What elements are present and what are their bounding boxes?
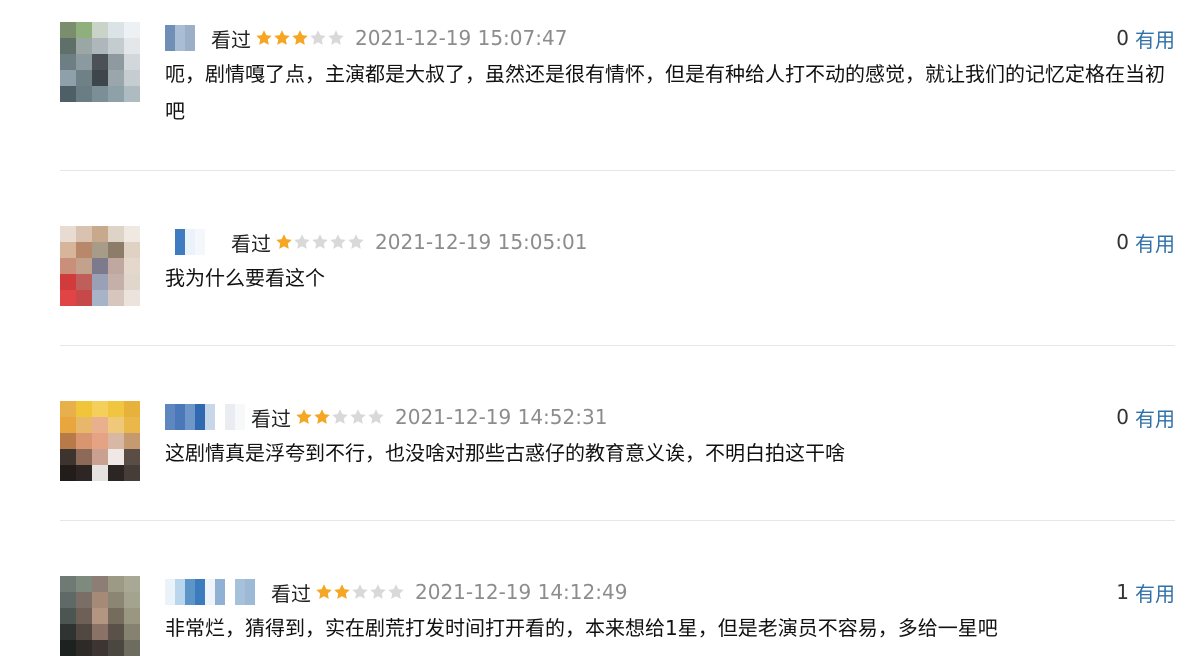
comment-time: 2021-12-19 14:12:49: [415, 580, 628, 604]
comment-body: 看过 2021-12-19 14:12:49 1 有用 非常烂，猜得到，实在剧荒…: [165, 576, 1175, 647]
comment-info: 看过 2021-12-19 15:05:01 0 有用: [165, 226, 1175, 258]
username-pixelated[interactable]: [165, 579, 265, 605]
avatar[interactable]: [60, 226, 140, 306]
avatar-pixelated-image: [60, 226, 140, 306]
avatar-pixelated-image: [60, 576, 140, 656]
useful-button[interactable]: 有用: [1135, 403, 1175, 432]
star-icon: [352, 584, 368, 599]
watched-label: 看过: [231, 231, 271, 256]
divider: [60, 170, 1175, 171]
comment-body: 看过 2021-12-19 15:05:01 0 有用 我为什么要看这个: [165, 226, 1175, 297]
useful-button[interactable]: 有用: [1135, 578, 1175, 607]
star-icon: [314, 409, 330, 424]
watched-label: 看过: [211, 27, 251, 52]
comment-text: 这剧情真是浮夸到不行，也没啥对那些古惑仔的教育意义诶，不明白拍这干啥: [165, 441, 845, 465]
star-icon: [296, 409, 312, 424]
comment-text: 呃，剧情嘎了点，主演都是大叔了，虽然还是很有情怀，但是有种给人打不动的感觉，就让…: [165, 62, 1165, 123]
star-icon: [368, 409, 384, 424]
divider: [60, 345, 1175, 346]
star-icon: [348, 234, 364, 249]
watched-label: 看过: [271, 581, 311, 606]
star-icon: [370, 584, 386, 599]
star-icon: [330, 234, 346, 249]
star-icon: [316, 584, 332, 599]
rating-stars: [315, 583, 405, 601]
rating-stars: [255, 29, 345, 47]
star-icon: [256, 30, 272, 45]
star-icon: [328, 30, 344, 45]
comment-info: 看过 2021-12-19 14:52:31 0 有用: [165, 401, 1175, 433]
rating-stars: [295, 408, 385, 426]
star-icon: [310, 30, 326, 45]
star-icon: [388, 584, 404, 599]
comment-text: 非常烂，猜得到，实在剧荒打发时间打开看的，本来想给1星，但是老演员不容易，多给一…: [165, 616, 998, 640]
useful-vote: 1 有用: [1116, 576, 1175, 608]
useful-vote: 0 有用: [1116, 401, 1175, 433]
watched-label: 看过: [251, 406, 291, 431]
divider: [60, 520, 1175, 521]
useful-count: 0: [1116, 26, 1129, 50]
rating-stars: [275, 233, 365, 251]
comment-time: 2021-12-19 14:52:31: [395, 405, 608, 429]
star-icon: [312, 234, 328, 249]
avatar[interactable]: [60, 401, 140, 481]
comment-info: 看过 2021-12-19 15:07:47 0 有用: [165, 22, 1175, 54]
star-icon: [292, 30, 308, 45]
comment-info: 看过 2021-12-19 14:12:49 1 有用: [165, 576, 1175, 608]
star-icon: [334, 584, 350, 599]
comment-time: 2021-12-19 15:07:47: [355, 26, 568, 50]
comment-time: 2021-12-19 15:05:01: [375, 230, 588, 254]
useful-count: 0: [1116, 405, 1129, 429]
comment-text: 我为什么要看这个: [165, 266, 325, 290]
username-pixelated[interactable]: [165, 25, 205, 51]
useful-button[interactable]: 有用: [1135, 24, 1175, 53]
useful-count: 1: [1116, 580, 1129, 604]
useful-button[interactable]: 有用: [1135, 228, 1175, 257]
useful-count: 0: [1116, 230, 1129, 254]
useful-vote: 0 有用: [1116, 226, 1175, 258]
username-pixelated[interactable]: [165, 404, 245, 430]
avatar[interactable]: [60, 22, 140, 102]
username-pixelated[interactable]: [165, 229, 225, 255]
useful-vote: 0 有用: [1116, 22, 1175, 54]
comment-body: 看过 2021-12-19 14:52:31 0 有用 这剧情真是浮夸到不行，也…: [165, 401, 1175, 472]
star-icon: [274, 30, 290, 45]
avatar-pixelated-image: [60, 401, 140, 481]
avatar[interactable]: [60, 576, 140, 656]
comment-body: 看过 2021-12-19 15:07:47 0 有用 呃，剧情嘎了点，主演都是…: [165, 22, 1175, 130]
star-icon: [276, 234, 292, 249]
star-icon: [350, 409, 366, 424]
avatar-pixelated-image: [60, 22, 140, 102]
star-icon: [294, 234, 310, 249]
star-icon: [332, 409, 348, 424]
